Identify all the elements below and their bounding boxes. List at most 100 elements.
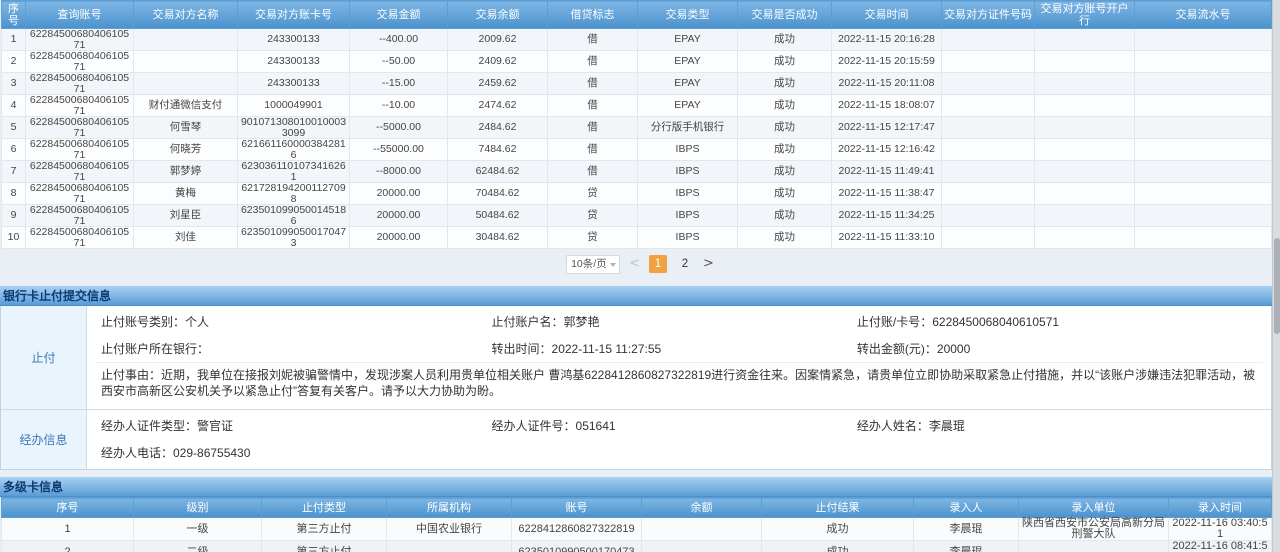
field-transfer-amount: 转出金额(元)：20000: [851, 335, 1263, 362]
cell: 何雪琴: [134, 117, 238, 139]
cell: [387, 541, 512, 552]
multi-card-header-row: 序号级别止付类型所属机构账号余额止付结果录入人录入单位录入时间: [2, 498, 1272, 518]
table-row: 96228450068040610571刘星臣62350109905001451…: [2, 205, 1272, 227]
cell: 李晨琨: [914, 541, 1019, 552]
transactions-header-row: 序号查询账号交易对方名称交易对方账卡号交易金额交易余额借贷标志交易类型交易是否成…: [2, 1, 1272, 29]
cell: 9: [2, 205, 26, 227]
cell: 分行版手机银行: [638, 117, 738, 139]
cell: 陕西省西安市公安局高新分局刑警大队: [1019, 518, 1169, 541]
table-row: 76228450068040610571郭梦婷62303611010734162…: [2, 161, 1272, 183]
cell: IBPS: [638, 183, 738, 205]
table-row: 26228450068040610571243300133--50.002409…: [2, 51, 1272, 73]
column-header: 交易对方名称: [134, 1, 238, 29]
stop-payment-reason: 止付事由：近期，我单位在接报刘妮被骗警情中，发现涉案人员利用贵单位相关账户 曹鸿…: [95, 362, 1263, 406]
page: 序号查询账号交易对方名称交易对方账卡号交易金额交易余额借贷标志交易类型交易是否成…: [0, 0, 1280, 552]
cell: 借: [548, 161, 638, 183]
table-row: 46228450068040610571财付通微信支付1000049901--1…: [2, 95, 1272, 117]
field-handler-cert-type: 经办人证件类型：警官证: [95, 412, 486, 439]
cell: 成功: [762, 541, 914, 552]
vertical-scrollbar[interactable]: [1272, 0, 1280, 552]
cell: 5: [2, 117, 26, 139]
cell: [1135, 29, 1272, 51]
column-header: 交易是否成功: [738, 1, 832, 29]
cell: --15.00: [350, 73, 448, 95]
cell: 借: [548, 139, 638, 161]
cell: 6228450068040610571: [26, 29, 134, 51]
cell: 2022-11-15 20:11:08: [832, 73, 942, 95]
cell: 6228450068040610571: [26, 117, 134, 139]
column-header: 交易余额: [448, 1, 548, 29]
cell: 2: [2, 51, 26, 73]
page-number-1[interactable]: 1: [649, 255, 667, 273]
page-size-select[interactable]: 10条/页: [566, 255, 620, 274]
next-page-button[interactable]: >: [703, 255, 714, 273]
column-header: 账号: [512, 498, 642, 518]
cell: [642, 541, 762, 552]
cell: EPAY: [638, 51, 738, 73]
cell: 62484.62: [448, 161, 548, 183]
stop-payment-panel: 止付 止付账号类别：个人 止付账户名：郭梦艳 止付账/卡号：6228450068…: [0, 306, 1272, 470]
cell: 刘星臣: [134, 205, 238, 227]
cell: 20000.00: [350, 205, 448, 227]
cell: 成功: [738, 139, 832, 161]
column-header: 录入单位: [1019, 498, 1169, 518]
cell: EPAY: [638, 95, 738, 117]
cell: 2484.62: [448, 117, 548, 139]
cell: 2022-11-15 11:33:10: [832, 227, 942, 249]
cell: 6228450068040610571: [26, 51, 134, 73]
cell: [134, 73, 238, 95]
column-header: 交易流水号: [1135, 1, 1272, 29]
cell: [1035, 161, 1135, 183]
cell: 9010713080100100033099: [238, 117, 350, 139]
scrollbar-thumb[interactable]: [1274, 238, 1280, 334]
cell: 成功: [738, 161, 832, 183]
cell: 1: [2, 29, 26, 51]
column-header: 交易时间: [832, 1, 942, 29]
page-number-2[interactable]: 2: [676, 255, 694, 273]
column-header: 止付结果: [762, 498, 914, 518]
cell: 20000.00: [350, 227, 448, 249]
cell: 财付通微信支付: [134, 95, 238, 117]
cell: 1: [2, 518, 134, 541]
cell: 第三方止付: [262, 541, 387, 552]
cell: 243300133: [238, 73, 350, 95]
cell: [942, 183, 1035, 205]
cell: [1135, 51, 1272, 73]
cell: [942, 161, 1035, 183]
cell: 50484.62: [448, 205, 548, 227]
cell: 2022-11-15 18:08:07: [832, 95, 942, 117]
cell: 2474.62: [448, 95, 548, 117]
cell: 2022-11-16 03:40:51: [1169, 518, 1272, 541]
multi-card-section-title: 多级卡信息: [0, 476, 1272, 497]
cell: 2022-11-15 12:17:47: [832, 117, 942, 139]
transactions-table: 序号查询账号交易对方名称交易对方账卡号交易金额交易余额借贷标志交易类型交易是否成…: [1, 0, 1272, 249]
group-label-stop-payment: 止付: [1, 306, 87, 409]
cell: 贷: [548, 183, 638, 205]
cell: IBPS: [638, 161, 738, 183]
table-row: 1一级第三方止付中国农业银行6228412860827322819成功李晨琨陕西…: [2, 518, 1272, 541]
cell: 成功: [738, 51, 832, 73]
cell: [1135, 95, 1272, 117]
column-header: 查询账号: [26, 1, 134, 29]
cell: 6235010990500145186: [238, 205, 350, 227]
cell: 6228450068040610571: [26, 139, 134, 161]
cell: EPAY: [638, 29, 738, 51]
stop-payment-section-title: 银行卡止付提交信息: [0, 285, 1272, 306]
cell: IBPS: [638, 139, 738, 161]
field-handler-phone: 经办人电话：029-86755430: [95, 439, 1263, 466]
cell: 借: [548, 73, 638, 95]
cell: 6: [2, 139, 26, 161]
cell: EPAY: [638, 73, 738, 95]
cell: 成功: [738, 205, 832, 227]
column-header: 交易对方账卡号: [238, 1, 350, 29]
cell: [1035, 73, 1135, 95]
cell: [1035, 29, 1135, 51]
cell: 成功: [738, 117, 832, 139]
cell: 贷: [548, 205, 638, 227]
cell: [1035, 205, 1135, 227]
cell: [1135, 73, 1272, 95]
prev-page-button[interactable]: <: [629, 255, 640, 273]
cell: [942, 139, 1035, 161]
cell: [1135, 139, 1272, 161]
cell: 4: [2, 95, 26, 117]
